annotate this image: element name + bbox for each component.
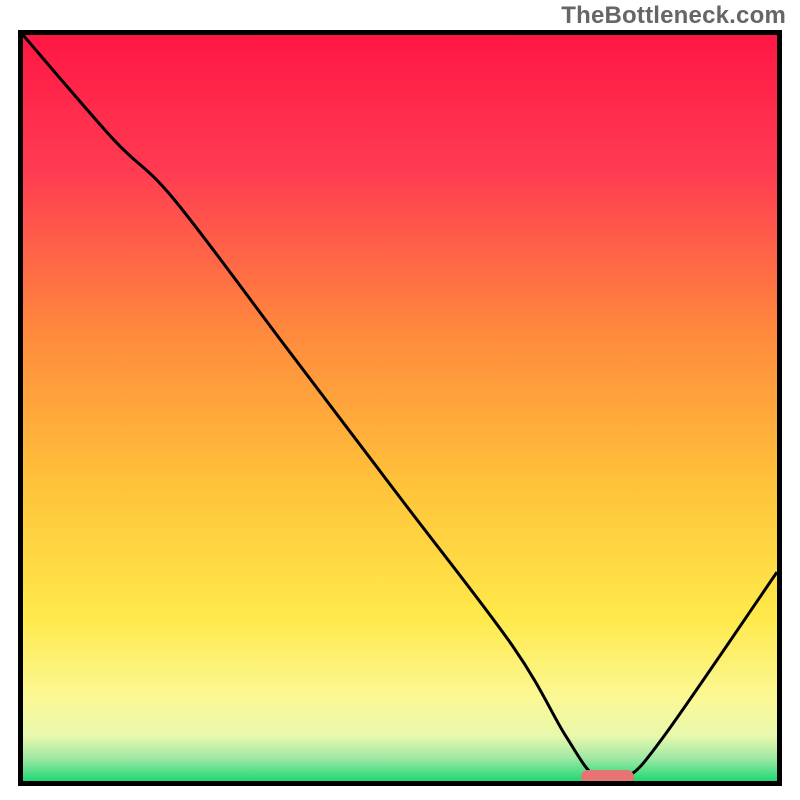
watermark-text: TheBottleneck.com [561, 2, 786, 30]
plot-area [23, 35, 777, 781]
chart-stage: TheBottleneck.com [0, 0, 800, 800]
bottleneck-curve [23, 35, 777, 781]
plot-frame [18, 30, 782, 786]
optimal-marker [581, 770, 634, 784]
